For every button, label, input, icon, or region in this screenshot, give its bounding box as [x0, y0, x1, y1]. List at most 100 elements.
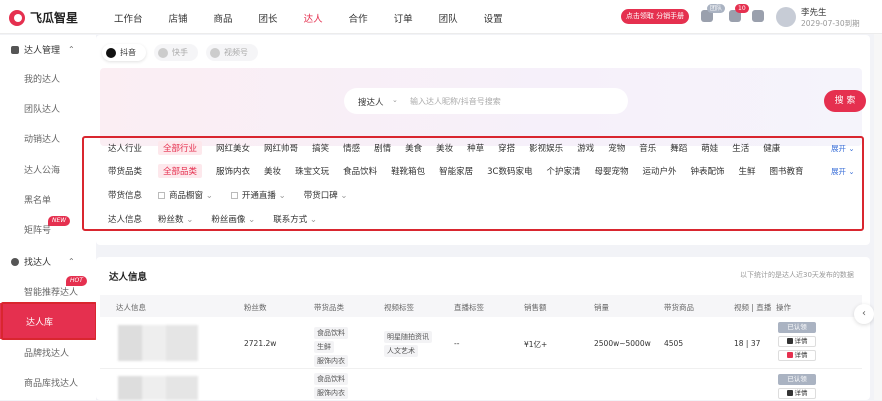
- video-tag: 明星随拍资讯: [384, 331, 432, 343]
- douyin-icon: [786, 338, 793, 344]
- category-tag: 服饰内衣: [314, 355, 348, 367]
- logo-icon: [9, 9, 25, 26]
- influencer-avatar-blurred[interactable]: [118, 376, 198, 400]
- platform-tabs: 抖音 快手 视频号: [102, 44, 258, 61]
- detail-label: 详情: [794, 337, 808, 345]
- search-type-select[interactable]: 搜达人: [358, 96, 384, 108]
- platform-icon: [786, 352, 793, 358]
- search-card: 抖音 快手 视频号 搜达人 ⌄ 输入达人昵称/抖音号搜索 搜 索 达人行业 全部…: [82, 35, 870, 245]
- douyin-icon: [106, 47, 116, 58]
- tab-label: 视频号: [224, 48, 248, 57]
- search-banner: 搜达人 ⌄ 输入达人昵称/抖音号搜索 搜 索: [100, 68, 866, 146]
- search-user-icon: [11, 257, 19, 266]
- sidebar-item-my-influencers[interactable]: 我的达人: [24, 72, 60, 85]
- main-nav: 工作台 店铺 商品 团长 达人 合作 订单 团队 设置: [114, 11, 529, 25]
- nav-leader[interactable]: 团长: [259, 11, 278, 25]
- app-name: 飞瓜智星: [30, 11, 79, 25]
- user-name[interactable]: 李先生: [801, 6, 827, 18]
- nav-workbench[interactable]: 工作台: [114, 11, 143, 25]
- column-header: 视频标签: [384, 303, 414, 312]
- chevron-up-icon: ⌃: [68, 257, 75, 266]
- results-card: 达人信息 以下统计的是达人近30天发布的数据 达人信息 粉丝数 带货品类 视频标…: [96, 257, 870, 400]
- tab-kuaishou[interactable]: 快手: [154, 44, 198, 61]
- column-header[interactable]: 销量: [594, 302, 609, 313]
- results-note: 以下统计的是达人近30天发布的数据: [740, 271, 854, 279]
- column-header: 达人信息: [116, 303, 146, 312]
- column-header[interactable]: 粉丝数: [244, 302, 267, 313]
- sidebar-item-matrix[interactable]: 矩阵号: [24, 223, 51, 236]
- product-count: 4505: [664, 339, 684, 348]
- sidebar-group-influencer-management[interactable]: 达人管理 ⌃: [11, 43, 75, 56]
- sidebar-item-product-find[interactable]: 商品库找达人: [24, 376, 78, 389]
- tab-channels[interactable]: 视频号: [206, 44, 258, 61]
- claimed-badge: 已认领: [778, 322, 816, 333]
- expire-date: 2029-07-30到期: [801, 19, 860, 28]
- notification-count: 10: [735, 4, 749, 13]
- sidebar-group-label: 找达人: [24, 258, 52, 268]
- tab-label: 快手: [172, 48, 188, 57]
- search-input[interactable]: 输入达人昵称/抖音号搜索: [410, 96, 501, 107]
- sidebar-item-public-pool[interactable]: 达人公海: [24, 163, 60, 176]
- top-bar: 飞瓜智星 工作台 店铺 商品 团长 达人 合作 订单 团队 设置 点击领取 分销…: [0, 0, 882, 34]
- nav-team[interactable]: 团队: [439, 11, 458, 25]
- detail-button[interactable]: 详情: [778, 388, 816, 399]
- live-tags: --: [454, 339, 460, 348]
- category-tag: 食品饮料: [314, 373, 348, 385]
- claimed-badge: 已认领: [778, 374, 816, 385]
- video-tag: 人文艺术: [384, 345, 418, 357]
- column-header: 操作: [776, 303, 791, 312]
- detail-button[interactable]: 详情: [778, 336, 816, 347]
- app-logo[interactable]: 飞瓜智星: [9, 9, 78, 26]
- main-content: 抖音 快手 视频号 搜达人 ⌄ 输入达人昵称/抖音号搜索 搜 索 达人行业 全部…: [82, 35, 882, 400]
- influencer-avatar-blurred[interactable]: [118, 325, 198, 361]
- category-tag: 食品饮料: [314, 327, 348, 339]
- column-header[interactable]: 销售额: [524, 302, 547, 313]
- new-badge: NEW: [48, 216, 71, 226]
- chevron-left-icon: ‹: [862, 308, 866, 319]
- avatar[interactable]: [776, 7, 796, 27]
- tab-douyin[interactable]: 抖音: [102, 44, 146, 61]
- detail-label: 详情: [794, 351, 808, 359]
- column-header[interactable]: 视频 | 直播: [734, 302, 771, 313]
- nav-store[interactable]: 店铺: [169, 11, 188, 25]
- sidebar-item-team-influencers[interactable]: 团队达人: [24, 102, 60, 115]
- promo-button[interactable]: 点击领取 分销手册: [621, 9, 689, 24]
- nav-cooperation[interactable]: 合作: [349, 11, 368, 25]
- nav-product[interactable]: 商品: [214, 11, 233, 25]
- fans-count: 2721.2w: [244, 339, 277, 348]
- user-group-icon: [11, 45, 19, 54]
- table-row[interactable]: 食品饮料 服饰内衣 已认领 详情: [100, 370, 862, 400]
- column-header: 直播标签: [454, 303, 484, 312]
- kuaishou-icon: [158, 47, 168, 58]
- chevron-down-icon[interactable]: ⌄: [392, 96, 398, 104]
- category-tag: 生鲜: [314, 341, 334, 353]
- highlight-box-filters: [82, 136, 864, 231]
- sidebar-item-smart-recommend[interactable]: 智能推荐达人: [24, 285, 78, 298]
- detail-button-alt[interactable]: 详情: [778, 350, 816, 361]
- category-tags: 食品饮料 生鲜 服饰内衣: [314, 327, 348, 369]
- search-button[interactable]: 搜 索: [824, 90, 866, 112]
- collapse-panel-button[interactable]: ‹: [854, 304, 874, 324]
- sales-volume: 2500w~5000w: [594, 339, 651, 348]
- sidebar-item-active-influencers[interactable]: 动销达人: [24, 132, 60, 145]
- highlight-box-sidebar: [1, 302, 97, 340]
- scrollbar[interactable]: [874, 34, 882, 400]
- results-title: 达人信息: [109, 272, 148, 283]
- column-header[interactable]: 带货商品: [664, 302, 694, 313]
- table-header: 达人信息 粉丝数 带货品类 视频标签 直播标签 销售额 销量 带货商品 视频 |…: [100, 295, 862, 317]
- sidebar-group-label: 达人管理: [24, 46, 61, 56]
- search-box: 搜达人 ⌄ 输入达人昵称/抖音号搜索 搜 索: [344, 88, 866, 114]
- team-badge: 团队: [707, 4, 726, 13]
- category-tags: 食品饮料 服饰内衣: [314, 373, 348, 401]
- sidebar-item-blacklist[interactable]: 黑名单: [24, 193, 51, 206]
- douyin-icon: [786, 390, 793, 396]
- sidebar-item-brand-find[interactable]: 品牌找达人: [24, 346, 69, 359]
- nav-orders[interactable]: 订单: [394, 11, 413, 25]
- nav-influencer[interactable]: 达人: [304, 11, 323, 25]
- nav-settings[interactable]: 设置: [484, 11, 503, 25]
- chevron-up-icon: ⌃: [68, 45, 75, 54]
- table-row[interactable]: 2721.2w 食品饮料 生鲜 服饰内衣 明星随拍资讯 人文艺术 -- ¥1亿+…: [100, 317, 862, 369]
- download-icon[interactable]: [752, 10, 764, 22]
- column-header: 带货品类: [314, 303, 344, 312]
- sidebar-group-find-influencer[interactable]: 找达人 ⌃: [11, 255, 75, 268]
